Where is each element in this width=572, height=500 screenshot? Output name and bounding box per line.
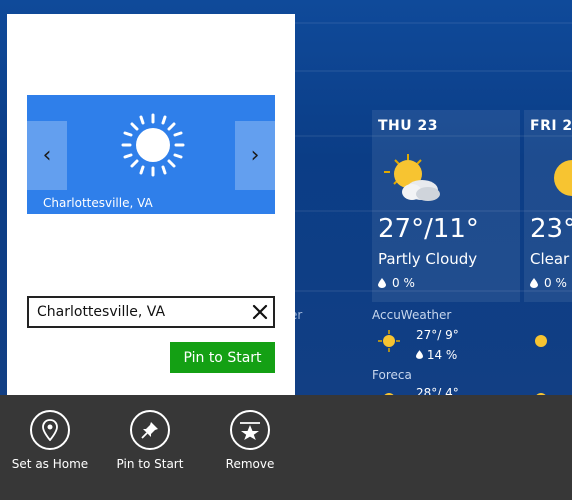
mini-sun-icon — [535, 335, 547, 347]
close-icon — [252, 304, 268, 320]
pin-to-start-appbar-button[interactable]: Pin to Start — [100, 410, 200, 490]
pin-location-flyout: ‹ › Charlottesville, VA Charlottesville,… — [7, 14, 295, 395]
mini-sun-icon — [378, 330, 400, 352]
tile-location-label: Charlottesville, VA — [43, 196, 153, 210]
chevron-right-icon: › — [250, 143, 260, 168]
forecast-precip: 0 % — [378, 276, 415, 290]
raindrop-icon — [378, 278, 386, 288]
accuweather-precip-value: 14 % — [426, 348, 458, 362]
raindrop-icon — [416, 350, 423, 359]
clear-input-button[interactable] — [249, 301, 271, 323]
tile-name-input[interactable] — [37, 302, 237, 322]
raindrop-icon — [530, 278, 538, 288]
remove-button[interactable]: Remove — [200, 410, 300, 490]
next-tile-button[interactable]: › — [235, 121, 275, 190]
sunny-icon — [554, 160, 572, 196]
accuweather-temp: 27°/ 9° — [416, 328, 459, 342]
forecast-temperature: 27°/11° — [378, 214, 479, 244]
source-accuweather: AccuWeather — [372, 308, 452, 322]
forecast-day-fri[interactable]: FRI 24 23°/ Clear 0 % — [524, 110, 572, 400]
chevron-left-icon: ‹ — [42, 143, 52, 168]
forecast-card[interactable]: THU 23 27°/11° Partly Cloudy 0 % — [372, 110, 520, 302]
set-as-home-icon-circle — [30, 410, 70, 450]
location-pin-icon — [42, 419, 58, 441]
previous-tile-button[interactable]: ‹ — [27, 121, 67, 190]
accuweather-precip: 14 % — [416, 348, 457, 362]
app-bar: Set as Home Pin to Start Remove — [0, 395, 572, 500]
forecast-day-thu[interactable]: THU 23 27°/11° Partly Cloudy 0 % AccuWea… — [372, 110, 520, 405]
pin-to-start-label: Pin to Start — [116, 457, 184, 471]
forecast-temperature: 23°/ — [530, 214, 572, 244]
forecast-day-label: THU 23 — [378, 118, 438, 134]
set-as-home-button[interactable]: Set as Home — [0, 410, 100, 490]
source-foreca: Foreca — [372, 368, 412, 382]
pushpin-icon — [141, 422, 158, 439]
tile-name-field[interactable] — [27, 296, 275, 328]
forecast-condition: Clear — [530, 250, 570, 268]
forecast-condition: Partly Cloudy — [378, 250, 478, 268]
pin-to-start-icon-circle — [130, 410, 170, 450]
remove-icon-circle — [230, 410, 270, 450]
forecast-day-label: FRI 24 — [530, 118, 572, 134]
pin-to-start-button[interactable]: Pin to Start — [170, 342, 275, 373]
location-tile-preview: ‹ › Charlottesville, VA — [27, 95, 275, 214]
remove-icon — [240, 422, 260, 440]
partly-cloudy-icon — [384, 154, 440, 201]
forecast-precip-value: 0 % — [392, 276, 415, 290]
forecast-precip: 0 % — [530, 276, 567, 290]
sun-icon — [121, 113, 185, 177]
forecast-card[interactable]: FRI 24 23°/ Clear 0 % — [524, 110, 572, 302]
remove-label: Remove — [225, 457, 275, 471]
set-as-home-label: Set as Home — [11, 457, 89, 471]
forecast-precip-value: 0 % — [544, 276, 567, 290]
